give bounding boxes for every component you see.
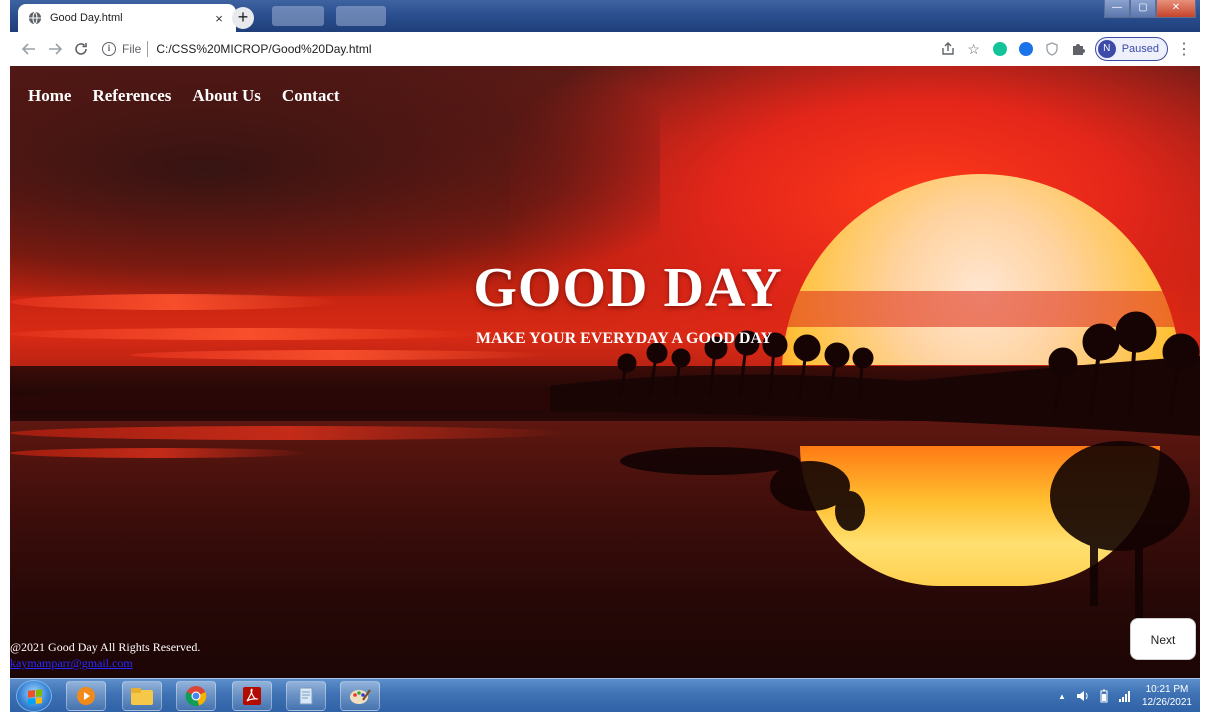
reload-button[interactable] (68, 36, 94, 62)
site-nav: Home References About Us Contact (28, 86, 340, 106)
volume-icon[interactable] (1076, 690, 1090, 702)
reload-icon (75, 43, 87, 55)
hero-subtitle: MAKE YOUR EVERYDAY A GOOD DAY (475, 330, 773, 347)
browser-window: Good Day.html × + — ▢ ✕ i File C:/CSS%20… (10, 0, 1200, 66)
chrome-icon[interactable] (176, 681, 216, 711)
show-hidden-icons-button[interactable]: ▲ (1058, 692, 1066, 701)
bookmark-star-icon[interactable]: ☆ (965, 40, 983, 58)
maximize-button[interactable]: ▢ (1129, 0, 1156, 18)
battery-icon[interactable] (1100, 689, 1108, 703)
next-button[interactable]: Next (1130, 618, 1196, 660)
start-button[interactable] (16, 680, 52, 712)
acrobat-icon[interactable] (232, 681, 272, 711)
extension-blue-icon[interactable] (1017, 40, 1035, 58)
profile-avatar: N (1097, 40, 1116, 58)
background-tab[interactable] (336, 6, 386, 26)
notepad-icon[interactable] (286, 681, 326, 711)
active-tab[interactable]: Good Day.html × (18, 4, 236, 32)
window-controls: — ▢ ✕ (1104, 0, 1196, 20)
system-tray: ▲ 10:21 PM 12/26/2021 (1058, 679, 1192, 713)
tab-title: Good Day.html (50, 12, 123, 24)
shield-extension-icon[interactable] (1043, 40, 1061, 58)
close-window-button[interactable]: ✕ (1155, 0, 1196, 18)
minimize-button[interactable]: — (1104, 0, 1130, 18)
more-menu-icon[interactable]: ⋮ (1176, 39, 1192, 59)
hero-title: GOOD DAY (473, 257, 783, 319)
back-arrow-icon (22, 43, 35, 55)
grammarly-extension-icon[interactable] (991, 40, 1009, 58)
profile-status: Paused (1121, 43, 1159, 55)
windows-logo-icon (28, 689, 42, 705)
windows-media-player-icon[interactable] (66, 681, 106, 711)
browser-toolbar: i File C:/CSS%20MICROP/Good%20Day.html ☆… (10, 32, 1200, 66)
new-tab-button[interactable]: + (232, 7, 254, 29)
footer-copyright: @2021 Good Day All Rights Reserved. (10, 640, 201, 654)
site-info-icon[interactable]: i (102, 42, 116, 56)
address-bar[interactable]: i File C:/CSS%20MICROP/Good%20Day.html (102, 36, 372, 62)
puzzle-extensions-icon[interactable] (1069, 40, 1087, 58)
background-tab[interactable] (272, 6, 324, 26)
forward-button[interactable] (42, 36, 68, 62)
palm-trees-silhouette (10, 311, 1200, 626)
forward-arrow-icon (49, 43, 62, 55)
nav-contact-link[interactable]: Contact (282, 86, 340, 106)
address-url[interactable]: C:/CSS%20MICROP/Good%20Day.html (156, 42, 371, 56)
paint-icon[interactable] (340, 681, 380, 711)
file-explorer-icon[interactable] (122, 681, 162, 711)
nav-references-link[interactable]: References (92, 86, 171, 106)
webpage: Home References About Us Contact GOOD DA… (10, 66, 1200, 678)
nav-home-link[interactable]: Home (28, 86, 71, 106)
footer-email-link[interactable]: kaymamparr@gmail.com (10, 656, 133, 671)
nav-about-us-link[interactable]: About Us (192, 86, 261, 106)
globe-icon (28, 11, 42, 25)
clock-date: 12/26/2021 (1141, 697, 1192, 708)
address-scheme: File (122, 42, 142, 56)
profile-button[interactable]: N Paused (1094, 37, 1168, 61)
close-tab-icon[interactable]: × (212, 11, 226, 26)
toolbar-actions: ☆ N Paused ⋮ (939, 36, 1192, 62)
address-separator (147, 41, 149, 57)
taskbar-clock[interactable]: 10:21 PM 12/26/2021 (1142, 683, 1192, 709)
title-bar: Good Day.html × + — ▢ ✕ (10, 0, 1200, 32)
windows-taskbar: ▲ 10:21 PM 12/26/2021 (10, 678, 1200, 712)
back-button[interactable] (16, 36, 42, 62)
network-signal-icon[interactable] (1118, 690, 1132, 702)
clock-time: 10:21 PM (1145, 684, 1189, 695)
share-icon[interactable] (939, 40, 957, 58)
